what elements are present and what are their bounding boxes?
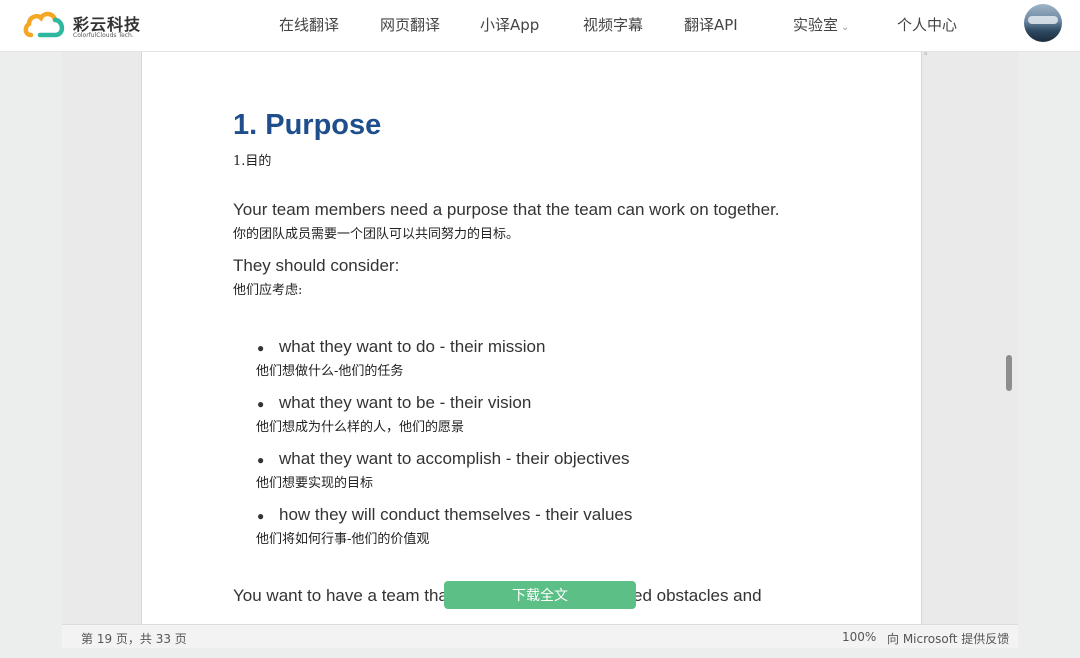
nav-lab[interactable]: 实验室 ⌄ <box>793 14 849 35</box>
list-item: how they will conduct themselves - their… <box>279 505 633 524</box>
scrollbar-thumb[interactable] <box>1006 355 1012 391</box>
list-item-translation: 他们将如何行事-他们的价值观 <box>256 532 430 547</box>
bullet-icon: ● <box>257 341 265 355</box>
list-item: what they want to be - their vision <box>279 393 532 412</box>
status-bar: 第 19 页，共 33 页 100% 向 Microsoft 提供反馈 <box>62 624 1018 648</box>
list-item: what they want to do - their mission <box>279 337 546 356</box>
nav-online-translate[interactable]: 在线翻译 <box>279 14 339 35</box>
nav-web-translate[interactable]: 网页翻译 <box>380 14 440 35</box>
bullet-icon: ● <box>257 397 265 411</box>
zoom-level[interactable]: 100% <box>842 630 876 644</box>
user-avatar-icon[interactable] <box>1024 4 1062 42</box>
nav-app[interactable]: 小译App <box>480 14 539 35</box>
nav-video-subtitles[interactable]: 视频字幕 <box>583 14 643 35</box>
heading-translation: 1.目的 <box>233 154 272 169</box>
document-page: 1. Purpose 1.目的 Your team members need a… <box>141 52 922 632</box>
list-item-translation: 他们想做什么-他们的任务 <box>256 364 404 379</box>
page-heading: 1. Purpose <box>233 109 382 141</box>
paragraph-text: Your team members need a purpose that th… <box>233 200 780 219</box>
cloud-logo-icon <box>23 11 65 38</box>
top-navigation-bar: 彩云科技 ColorfulClouds Tech. 在线翻译 网页翻译 小译Ap… <box>0 0 1080 52</box>
feedback-link[interactable]: 向 Microsoft 提供反馈 <box>887 630 1009 647</box>
print-icon[interactable]: ▫ <box>924 52 928 60</box>
nav-personal-center[interactable]: 个人中心 <box>897 14 957 35</box>
page-counter: 第 19 页，共 33 页 <box>81 632 187 646</box>
paragraph-translation: 他们应考虑: <box>233 283 303 298</box>
download-full-text-button[interactable]: 下载全文 <box>444 581 636 609</box>
bullet-icon: ● <box>257 453 265 467</box>
paragraph-text: They should consider: <box>233 256 400 275</box>
nav-translate-api[interactable]: 翻译API <box>684 14 738 35</box>
chevron-down-icon: ⌄ <box>841 22 850 33</box>
list-item-translation: 他们想要实现的目标 <box>256 476 374 491</box>
list-item: what they want to accomplish - their obj… <box>279 449 630 468</box>
list-item-translation: 他们想成为什么样的人，他们的愿景 <box>256 420 465 435</box>
paragraph-translation: 你的团队成员需要一个团队可以共同努力的目标。 <box>233 227 520 242</box>
bullet-icon: ● <box>257 509 265 523</box>
avatar-image <box>1028 16 1058 24</box>
document-viewer: ◌ □ ▬ ▫ 1. Purpose 1.目的 Your team member… <box>62 52 1018 648</box>
paragraph-text-start: You want to have a team tha <box>233 586 448 605</box>
brand-tagline: ColorfulClouds Tech. <box>73 32 134 39</box>
paragraph-text-end: ed obstacles and <box>633 586 762 605</box>
brand-logo[interactable]: 彩云科技 ColorfulClouds Tech. <box>22 8 142 42</box>
nav-lab-label: 实验室 <box>793 16 839 34</box>
